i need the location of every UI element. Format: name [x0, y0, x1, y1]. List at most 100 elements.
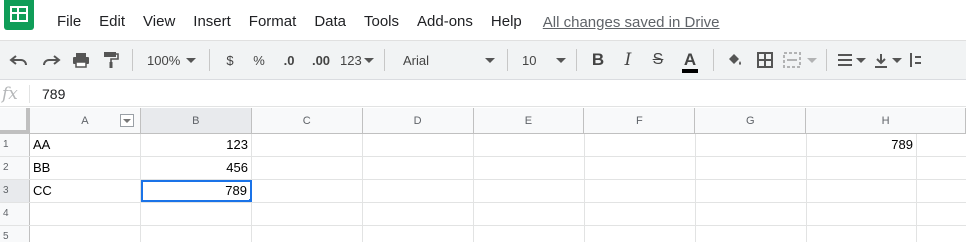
cell-e2[interactable]	[474, 157, 585, 179]
row-header[interactable]: 2	[0, 157, 30, 179]
cell-d4[interactable]	[363, 203, 474, 225]
undo-icon[interactable]	[2, 46, 36, 74]
cell-e1[interactable]	[474, 134, 585, 156]
column-header-h[interactable]: H	[806, 108, 966, 133]
filter-dropdown-icon[interactable]	[119, 114, 134, 127]
column-header-c[interactable]: C	[252, 108, 363, 133]
cell-b1[interactable]: 123	[141, 134, 252, 156]
column-header-f[interactable]: F	[584, 108, 696, 133]
menu-edit[interactable]: Edit	[90, 10, 134, 34]
menu-view[interactable]: View	[134, 10, 184, 34]
cell-d1[interactable]	[363, 134, 474, 156]
menu-addons[interactable]: Add-ons	[408, 10, 482, 34]
zoom-value: 100%	[147, 52, 181, 68]
cell-f4[interactable]	[585, 203, 696, 225]
cell-a5[interactable]	[30, 226, 141, 242]
bold-button[interactable]: B	[583, 46, 613, 74]
cell-g5[interactable]	[696, 226, 807, 242]
more-formats-select[interactable]: 123	[338, 53, 378, 68]
cell-f5[interactable]	[585, 226, 696, 242]
cell-f1[interactable]	[585, 134, 696, 156]
cell-g1[interactable]	[696, 134, 807, 156]
cell-h3[interactable]	[807, 180, 917, 202]
cell-c4[interactable]	[252, 203, 363, 225]
cell-f3[interactable]	[585, 180, 696, 202]
menu-format[interactable]: Format	[240, 10, 306, 34]
row-header[interactable]: 5	[0, 226, 30, 242]
menu-file[interactable]: File	[48, 10, 90, 34]
cell-h4[interactable]	[807, 203, 917, 225]
zoom-select[interactable]: 100%	[139, 53, 203, 68]
column-header-g[interactable]: G	[695, 108, 807, 133]
column-letter: B	[192, 114, 200, 127]
cell-e3[interactable]	[474, 180, 585, 202]
print-icon[interactable]	[66, 46, 96, 74]
cell-a2[interactable]: BB	[30, 157, 141, 179]
font-family-value: Arial	[403, 52, 430, 68]
cell-d5[interactable]	[363, 226, 474, 242]
column-header-a[interactable]: A	[30, 108, 141, 133]
vertical-align-icon[interactable]	[869, 46, 905, 74]
cell-f2[interactable]	[585, 157, 696, 179]
cell-b4[interactable]	[141, 203, 252, 225]
strikethrough-button[interactable]: S	[643, 46, 673, 74]
row-header[interactable]: 1	[0, 134, 30, 156]
increase-decimals-button[interactable]: .00	[304, 46, 338, 74]
cell-c2[interactable]	[252, 157, 363, 179]
currency-format-button[interactable]: $	[216, 46, 244, 74]
select-all-corner[interactable]	[0, 108, 30, 134]
text-wrap-icon[interactable]	[905, 46, 925, 74]
fill-color-icon[interactable]	[720, 46, 750, 74]
cell-c3[interactable]	[252, 180, 363, 202]
cell-e4[interactable]	[474, 203, 585, 225]
sheets-logo-icon[interactable]	[4, 0, 34, 30]
document-title[interactable]	[56, 0, 376, 2]
font-size-select[interactable]: 10	[514, 53, 570, 68]
cell-a1[interactable]: AA	[30, 134, 141, 156]
cell-c5[interactable]	[252, 226, 363, 242]
more-formats-label: 123	[340, 52, 362, 68]
menu-insert[interactable]: Insert	[184, 10, 240, 34]
cell-g3[interactable]	[696, 180, 807, 202]
paint-format-icon[interactable]	[96, 46, 126, 74]
column-header-e[interactable]: E	[474, 108, 585, 133]
redo-icon[interactable]	[36, 46, 66, 74]
cell-g4[interactable]	[696, 203, 807, 225]
column-letter: A	[81, 114, 89, 127]
cell-h5[interactable]	[807, 226, 917, 242]
cell-e5[interactable]	[474, 226, 585, 242]
italic-button[interactable]: I	[613, 46, 643, 74]
text-color-button[interactable]: A	[673, 46, 707, 74]
cell-b2[interactable]: 456	[141, 157, 252, 179]
column-header-b[interactable]: B	[140, 108, 252, 133]
save-status-link[interactable]: All changes saved in Drive	[543, 14, 720, 31]
decrease-decimals-button[interactable]: .0	[274, 46, 304, 74]
cell-d3[interactable]	[363, 180, 474, 202]
row-header[interactable]: 4	[0, 203, 30, 225]
font-family-select[interactable]: Arial	[391, 53, 501, 68]
column-letter: G	[745, 114, 755, 127]
chevron-down-icon	[807, 57, 817, 63]
menu-tools[interactable]: Tools	[355, 10, 408, 34]
active-cell-b3[interactable]: 789	[141, 180, 252, 202]
cell-h1[interactable]: 789	[807, 134, 917, 156]
cell-b5[interactable]	[141, 226, 252, 242]
cell-a3[interactable]: CC	[30, 180, 141, 202]
cell-g2[interactable]	[696, 157, 807, 179]
chevron-down-icon	[363, 57, 374, 63]
percent-format-button[interactable]: %	[244, 46, 274, 74]
merge-cells-icon[interactable]	[780, 46, 820, 74]
cell-c1[interactable]	[252, 134, 363, 156]
column-letter: H	[881, 114, 890, 127]
menu-data[interactable]: Data	[305, 10, 355, 34]
cell-d2[interactable]	[363, 157, 474, 179]
fill-handle[interactable]	[248, 198, 250, 200]
cell-a4[interactable]	[30, 203, 141, 225]
cell-h2[interactable]	[807, 157, 917, 179]
horizontal-align-icon[interactable]	[833, 46, 869, 74]
menu-help[interactable]: Help	[482, 10, 531, 34]
borders-icon[interactable]	[750, 46, 780, 74]
column-header-d[interactable]: D	[363, 108, 474, 133]
formula-input[interactable]: 789	[30, 86, 65, 102]
row-header[interactable]: 3	[0, 180, 30, 202]
